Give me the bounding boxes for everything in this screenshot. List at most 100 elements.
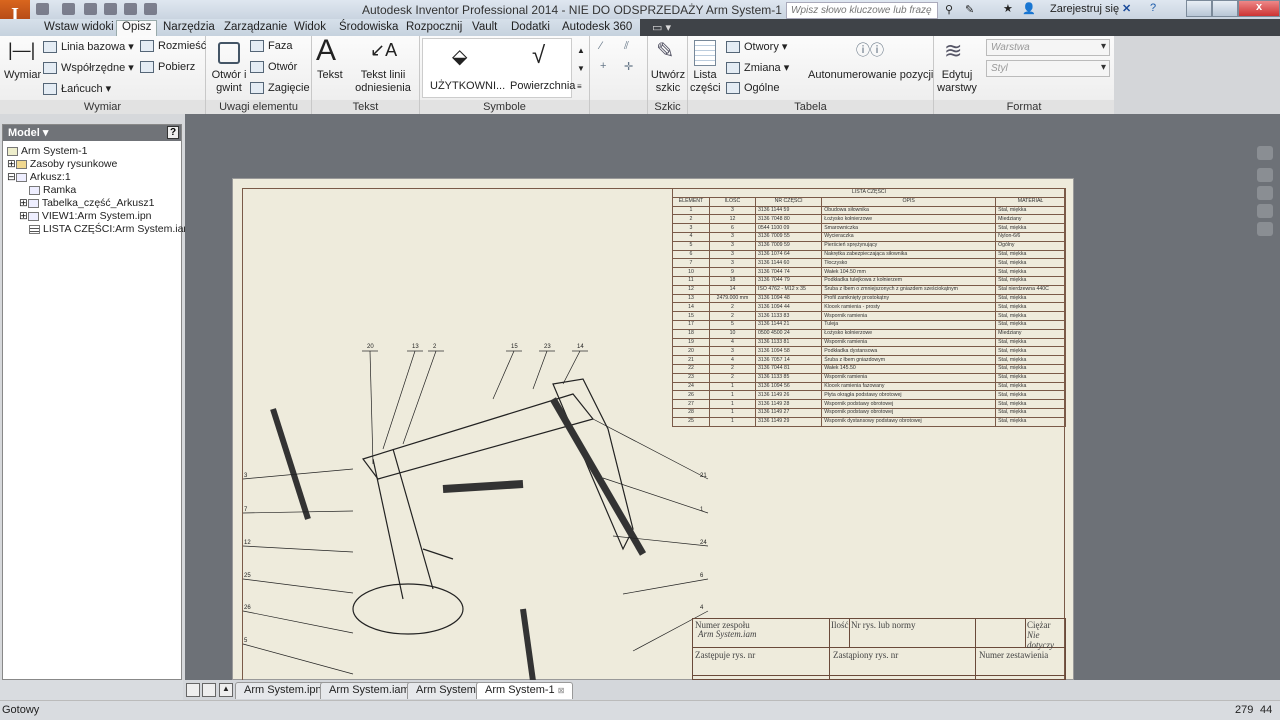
centerline-icon[interactable]: +: [600, 60, 606, 72]
tree-item-parts-list[interactable]: LISTA CZĘŚCI:Arm System.iam: [29, 223, 192, 235]
hatch-icon[interactable]: ⫽: [624, 40, 629, 53]
table-row[interactable]: 11 18 3136 7044 79 Podkładka tulejkowa z ko…: [672, 275, 1066, 286]
tree-item-border[interactable]: Ramka: [29, 184, 76, 196]
undo-icon[interactable]: [104, 3, 117, 15]
gallery-scroll[interactable]: ▲ ▼ ≡: [577, 42, 585, 96]
table-row[interactable]: 28 1 3136 1149 27 Wspornik podstawy obrotow…: [672, 407, 1066, 418]
open-icon[interactable]: [62, 3, 75, 15]
table-row[interactable]: 23 2 3136 1133 85 Wspornik ramienia Stal, mi…: [672, 372, 1066, 383]
minimize-button[interactable]: [1186, 0, 1212, 17]
tile-icon[interactable]: [202, 683, 216, 697]
parts-list-table[interactable]: LISTA CZĘŚCI ELEMENT ILOŚĆ NR CZĘŚCI OPI…: [672, 188, 1066, 427]
redo-icon[interactable]: [124, 3, 137, 15]
table-row[interactable]: 13 2479.000 mm 3136 1094 48 Profil zamknięt…: [672, 293, 1066, 304]
doc-tab-arm-system[interactable]: Arm System: [407, 682, 485, 699]
star-icon[interactable]: ★: [1003, 2, 1013, 15]
user-icon[interactable]: 👤: [1022, 2, 1036, 15]
table-row[interactable]: 22 2 3136 7044 81 Wałek 145.50 Stal, miękka: [672, 363, 1066, 374]
look-at-icon[interactable]: [1257, 222, 1273, 236]
table-row[interactable]: 17 5 3136 1144 21 Tuleja Stal, miękka: [672, 319, 1066, 330]
tab-narzedzia[interactable]: Narzędzia: [163, 21, 215, 33]
edit-layers-button[interactable]: Edytuj warstwy: [936, 69, 978, 95]
general-table-button[interactable]: Ogólne: [726, 82, 779, 95]
tab-srodowiska[interactable]: Środowiska: [339, 21, 398, 33]
tab-zarzadzanie[interactable]: Zarządzanie: [224, 21, 287, 33]
tree-item-resources[interactable]: ⊞ Zasoby rysunkowe: [7, 158, 117, 170]
table-row[interactable]: 15 2 3136 1133 83 Wspornik ramienia Stal, mi…: [672, 311, 1066, 321]
table-row[interactable]: 10 9 3136 7044 74 Wałek 104.50 mm Stal, mięk…: [672, 267, 1066, 277]
ordinate-button[interactable]: Współrzędne ▾: [43, 61, 134, 75]
parts-list-button[interactable]: Lista części: [690, 69, 721, 95]
help-icon[interactable]: ?: [167, 126, 179, 139]
table-row[interactable]: 14 2 3136 1094 44 Klocek ramienia - prosty S…: [672, 302, 1066, 313]
table-row[interactable]: 20 3 3136 1094 58 Podkładka dystansowa Stal,…: [672, 346, 1066, 357]
tab-widok[interactable]: Widok: [294, 21, 326, 33]
chain-button[interactable]: Łańcuch ▾: [43, 82, 111, 96]
surface-button[interactable]: Powierzchnia: [510, 80, 575, 92]
table-row[interactable]: 5 3 3136 7009 59 Pierścień sprężynujący Ogól…: [672, 240, 1066, 251]
table-row[interactable]: 19 4 3136 1133 81 Wspornik ramienia Stal, mi…: [672, 337, 1066, 348]
close-button[interactable]: x: [1238, 0, 1280, 17]
table-row[interactable]: 4 3 3136 7009 55 Wycieraczka Nylon-6/6: [672, 231, 1066, 242]
save-icon[interactable]: [84, 3, 97, 15]
retrieve-button[interactable]: Pobierz: [140, 61, 195, 74]
orbit-icon[interactable]: [1257, 204, 1273, 218]
doc-tab-arm-system-1[interactable]: Arm System-1 ⊠: [476, 682, 574, 699]
table-row[interactable]: 12 14 ISO 4762 - M12 x 35 Śruba z łbem o zm…: [672, 284, 1066, 295]
tree-item-sheet[interactable]: ⊟ Arkusz:1: [7, 171, 71, 183]
navigation-wheel-icon[interactable]: [1257, 146, 1273, 160]
table-row[interactable]: 3 6 0544 1100 09 Smarowniczka Stal, miękka: [672, 223, 1066, 233]
cascade-icon[interactable]: [186, 683, 200, 697]
hole-thread-button[interactable]: Otwór i gwint: [209, 69, 249, 95]
zoom-icon[interactable]: [1257, 186, 1273, 200]
wymiar-button[interactable]: Wymiar: [4, 69, 41, 81]
centermark-icon[interactable]: ✛: [624, 60, 633, 73]
chamfer-button[interactable]: Faza: [250, 40, 292, 53]
table-row[interactable]: 27 1 3136 1149 28 Wspornik podstawy obrotow…: [672, 399, 1066, 409]
table-row[interactable]: 18 10 0500 4500 24 Łożysko kołnierzowe Miedz…: [672, 328, 1066, 339]
tree-item-drawing[interactable]: Arm System-1: [7, 145, 88, 157]
pan-icon[interactable]: [1257, 168, 1273, 182]
table-row[interactable]: 7 3 3136 1144 60 Tłoczysko Stal, miękka: [672, 258, 1066, 269]
hole-button[interactable]: Otwór: [250, 61, 297, 74]
tree-item-view1[interactable]: ⊞ VIEW1:Arm System.ipn: [19, 210, 152, 222]
revision-table-button[interactable]: Zmiana ▾: [726, 61, 789, 75]
style-dropdown[interactable]: Styl: [986, 60, 1110, 77]
open-documents-icon[interactable]: ▲: [219, 683, 233, 697]
text-button[interactable]: Tekst: [317, 69, 343, 81]
panel-options-icon[interactable]: ▭ ▾: [652, 21, 671, 34]
tree-item-title-block[interactable]: ⊞ Tabelka_część_Arkusz1: [19, 197, 154, 209]
table-row[interactable]: 2 12 3136 7048 80 Łożysko kołnierzowe Miedzi…: [672, 214, 1066, 225]
tab-wstaw-widoki[interactable]: Wstaw widoki: [44, 21, 114, 33]
browser-header[interactable]: Model ▾ ?: [3, 125, 181, 141]
sign-in-link[interactable]: Zarejestruj się: [1050, 3, 1119, 15]
tab-opisz[interactable]: Opisz: [116, 20, 158, 36]
close-tab-icon[interactable]: ⊠: [558, 686, 565, 695]
table-row[interactable]: 21 4 3136 7057 14 Śruba z łbem gniazdowym St…: [672, 355, 1066, 365]
layer-dropdown[interactable]: Warstwa: [986, 39, 1110, 56]
tab-autodesk-360[interactable]: Autodesk 360: [562, 21, 632, 33]
table-row[interactable]: 6 3 3136 1074 64 Nakrętka zabezpieczająca s…: [672, 249, 1066, 260]
print-icon[interactable]: [144, 3, 157, 15]
hole-table-button[interactable]: Otwory ▾: [726, 40, 787, 54]
baseline-button[interactable]: Linia bazowa ▾: [43, 40, 134, 54]
table-row[interactable]: 24 1 3136 1094 56 Klocek ramienia fazowany S…: [672, 381, 1066, 392]
maximize-button[interactable]: [1212, 0, 1238, 17]
table-row[interactable]: 25 1 3136 1149 29 Wspornik dystansowy podst…: [672, 416, 1066, 427]
bend-button[interactable]: Zagięcie: [250, 82, 310, 95]
arrange-button[interactable]: Rozmieść: [140, 40, 206, 53]
doc-tab-iam[interactable]: Arm System.iam: [320, 682, 419, 699]
leader-text-button[interactable]: Tekst linii odniesienia: [347, 69, 419, 95]
auto-balloon-button[interactable]: Autonumerowanie pozycji: [808, 69, 933, 81]
tab-vault[interactable]: Vault: [472, 21, 497, 33]
user-symbol-button[interactable]: UŻYTKOWNI...: [430, 80, 505, 92]
table-row[interactable]: 1 3 3136 1144 59 Obudowa siłownika Stal, mię…: [672, 205, 1066, 216]
binoculars-icon[interactable]: ⚲: [945, 3, 953, 16]
wrench-icon[interactable]: ✎: [965, 3, 974, 16]
doc-tab-ipn[interactable]: Arm System.ipn: [235, 682, 331, 699]
line-icon[interactable]: ⁄: [600, 40, 602, 52]
new-icon[interactable]: [36, 3, 49, 15]
tab-dodatki[interactable]: Dodatki: [511, 21, 550, 33]
table-row[interactable]: 26 1 3136 1149 26 Płyta okrągła podstawy ob…: [672, 390, 1066, 401]
help-icon[interactable]: ?: [1150, 2, 1156, 14]
